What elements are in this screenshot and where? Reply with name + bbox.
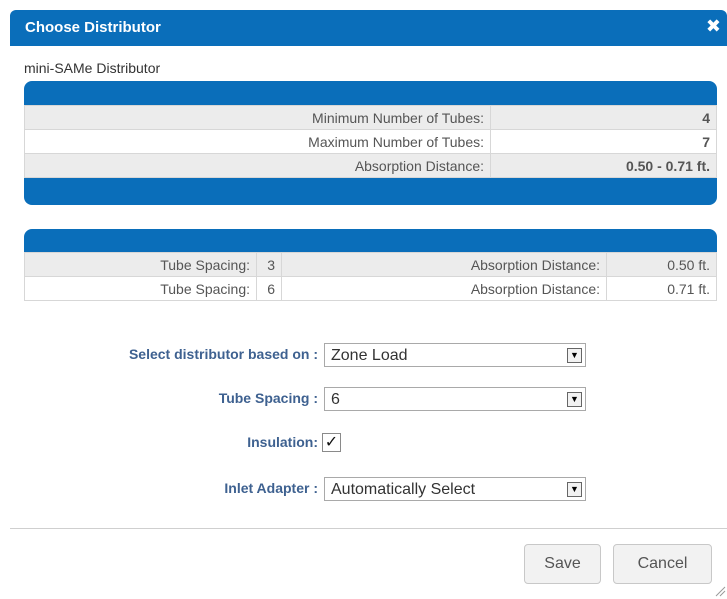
tube-spacing-value: 3: [256, 252, 282, 277]
insulation-checkbox[interactable]: ✓: [322, 433, 341, 452]
insulation-label: Insulation:: [247, 434, 318, 450]
close-icon[interactable]: ✖: [706, 16, 721, 36]
absorption-distance-value: 0.71 ft.: [606, 276, 717, 301]
absorption-distance-value: 0.50 ft.: [606, 252, 717, 277]
chevron-down-icon[interactable]: ▼: [567, 482, 582, 497]
insulation-row: Insulation: ✓: [0, 431, 727, 455]
min-tubes-value: 4: [490, 105, 717, 130]
summary-table: Minimum Number of Tubes: 4 Maximum Numbe…: [24, 105, 717, 178]
max-tubes-label: Maximum Number of Tubes:: [24, 129, 491, 154]
tube-spacing-selected-value: 6: [331, 391, 340, 408]
inlet-adapter-row: Inlet Adapter : Automatically Select ▼: [0, 477, 727, 501]
min-tubes-label: Minimum Number of Tubes:: [24, 105, 491, 130]
spacing-table: Tube Spacing: 3 Absorption Distance: 0.5…: [24, 252, 717, 301]
dialog-title-bar: Choose Distributor ✖: [10, 10, 727, 46]
inlet-adapter-value: Automatically Select: [331, 481, 476, 498]
distributor-name: mini-SAMe Distributor: [24, 60, 161, 76]
spacing-panel: Tube Spacing: 3 Absorption Distance: 0.5…: [24, 229, 717, 301]
tube-spacing-label: Tube Spacing:: [24, 276, 257, 301]
tube-spacing-label: Tube Spacing:: [24, 252, 257, 277]
table-row: Absorption Distance: 0.50 - 0.71 ft.: [24, 153, 717, 178]
inlet-adapter-label: Inlet Adapter :: [224, 480, 318, 496]
cancel-button[interactable]: Cancel: [613, 544, 712, 584]
tube-spacing-dropdown[interactable]: 6 ▼: [324, 387, 586, 411]
footer-divider: [10, 528, 727, 529]
absorption-distance-label: Absorption Distance:: [281, 276, 607, 301]
select-based-on-value: Zone Load: [331, 347, 408, 364]
chevron-down-icon[interactable]: ▼: [567, 392, 582, 407]
tube-spacing-form-label: Tube Spacing :: [218, 390, 318, 406]
absorption-distance-label: Absorption Distance:: [281, 252, 607, 277]
tube-spacing-row: Tube Spacing : 6 ▼: [0, 387, 727, 411]
summary-panel: Minimum Number of Tubes: 4 Maximum Numbe…: [24, 81, 717, 205]
table-row: Tube Spacing: 6 Absorption Distance: 0.7…: [24, 276, 717, 301]
select-based-on-label: Select distributor based on :: [128, 346, 318, 362]
chevron-down-icon[interactable]: ▼: [567, 348, 582, 363]
resize-handle-icon[interactable]: [714, 585, 726, 597]
table-row: Maximum Number of Tubes: 7: [24, 129, 717, 154]
select-based-on-dropdown[interactable]: Zone Load ▼: [324, 343, 586, 367]
absorption-distance-label: Absorption Distance:: [24, 153, 491, 178]
absorption-distance-value: 0.50 - 0.71 ft.: [490, 153, 717, 178]
select-based-on-row: Select distributor based on : Zone Load …: [0, 343, 727, 367]
max-tubes-value: 7: [490, 129, 717, 154]
dialog-title: Choose Distributor: [25, 19, 161, 36]
table-row: Tube Spacing: 3 Absorption Distance: 0.5…: [24, 252, 717, 277]
save-button[interactable]: Save: [524, 544, 601, 584]
table-row: Minimum Number of Tubes: 4: [24, 105, 717, 130]
inlet-adapter-dropdown[interactable]: Automatically Select ▼: [324, 477, 586, 501]
tube-spacing-value: 6: [256, 276, 282, 301]
